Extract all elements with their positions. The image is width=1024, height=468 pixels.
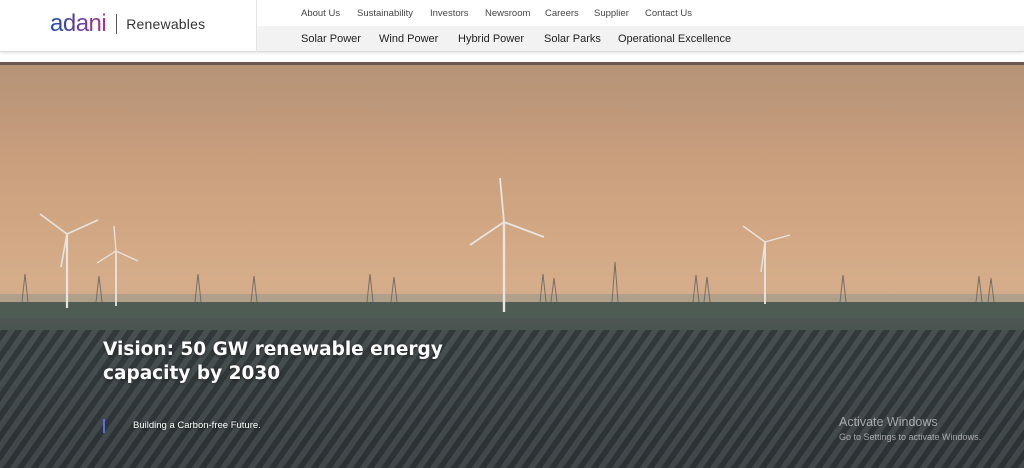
hero-headline: Vision: 50 GW renewable energy capacity … xyxy=(103,338,463,386)
hero-tagline: Building a Carbon-free Future. xyxy=(133,420,261,431)
watermark-title: Activate Windows xyxy=(839,415,938,429)
windows-activation-watermark: Activate Windows Go to Settings to activ… xyxy=(839,414,981,444)
navigation: About Us Sustainability Investors Newsro… xyxy=(256,0,1024,52)
watermark-subtitle: Go to Settings to activate Windows. xyxy=(839,432,982,442)
hero-banner: Vision: 50 GW renewable energy capacity … xyxy=(0,62,1024,468)
hero-landscape-image xyxy=(0,177,1024,468)
brand-logo[interactable]: adani Renewables xyxy=(50,9,205,39)
nav-item-operational-excellence[interactable]: Operational Excellence xyxy=(618,33,731,45)
tree-line xyxy=(0,302,1024,318)
nav-link-careers[interactable]: Careers xyxy=(545,8,579,19)
hero-headline-line1: Vision: 50 GW renewable energy xyxy=(103,339,443,360)
nav-link-newsroom[interactable]: Newsroom xyxy=(485,8,530,19)
brand-wordmark: adani xyxy=(50,10,107,37)
utility-nav: About Us Sustainability Investors Newsro… xyxy=(257,0,1024,26)
nav-item-solar-power[interactable]: Solar Power xyxy=(301,33,361,45)
nav-link-about-us[interactable]: About Us xyxy=(301,8,340,19)
nav-link-investors[interactable]: Investors xyxy=(430,8,469,19)
site-header: adani Renewables About Us Sustainability… xyxy=(0,0,1024,52)
nav-item-solar-parks[interactable]: Solar Parks xyxy=(544,33,601,45)
primary-nav: Solar Power Wind Power Hybrid Power Sola… xyxy=(257,26,1024,51)
nav-link-sustainability[interactable]: Sustainability xyxy=(357,8,413,19)
nav-link-supplier[interactable]: Supplier xyxy=(594,8,629,19)
brand-subtitle: Renewables xyxy=(126,16,206,32)
wind-turbines xyxy=(39,177,791,312)
nav-item-wind-power[interactable]: Wind Power xyxy=(379,33,438,45)
tagline-accent-bar xyxy=(103,419,105,433)
nav-item-hybrid-power[interactable]: Hybrid Power xyxy=(458,33,524,45)
nav-link-contact-us[interactable]: Contact Us xyxy=(645,8,692,19)
hero-headline-line2: capacity by 2030 xyxy=(103,363,281,384)
logo-divider xyxy=(116,14,118,34)
